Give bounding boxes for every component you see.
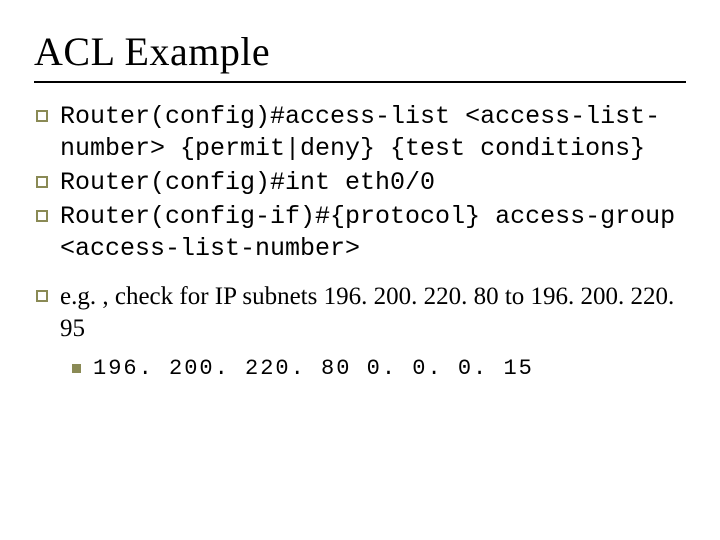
- sub-list-item: 196. 200. 220. 80 0. 0. 0. 15: [70, 355, 686, 383]
- square-bullet-icon: [36, 176, 48, 188]
- list-item: e.g. , check for IP subnets 196. 200. 22…: [34, 281, 686, 345]
- square-bullet-icon: [36, 290, 48, 302]
- page-title: ACL Example: [34, 28, 686, 75]
- square-filled-bullet-icon: [72, 364, 81, 373]
- list-item: Router(config)#access-list <access-list-…: [34, 101, 686, 165]
- square-bullet-icon: [36, 210, 48, 222]
- list-item: Router(config)#int eth0/0: [34, 167, 686, 199]
- sub-bullet-text: 196. 200. 220. 80 0. 0. 0. 15: [93, 355, 686, 383]
- square-bullet-icon: [36, 110, 48, 122]
- bullet-text: Router(config)#access-list <access-list-…: [60, 101, 686, 165]
- list-item: Router(config-if)#{protocol} access-grou…: [34, 201, 686, 265]
- bullet-text: Router(config)#int eth0/0: [60, 167, 686, 199]
- bullet-text: Router(config-if)#{protocol} access-grou…: [60, 201, 686, 265]
- slide: ACL Example Router(config)#access-list <…: [0, 0, 720, 540]
- title-rule: [34, 81, 686, 83]
- bullet-text: e.g. , check for IP subnets 196. 200. 22…: [60, 281, 686, 345]
- bullet-list: Router(config)#access-list <access-list-…: [34, 101, 686, 383]
- spacer: [34, 267, 686, 281]
